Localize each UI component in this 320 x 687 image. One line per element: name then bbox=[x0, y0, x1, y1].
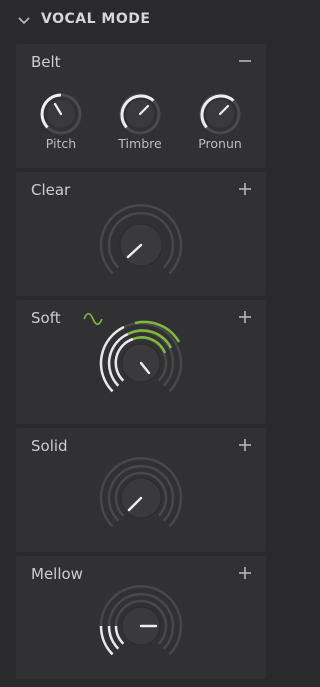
knob-label-pitch: Pitch bbox=[45, 136, 77, 151]
timbre-knob[interactable] bbox=[117, 91, 163, 137]
solid-knob[interactable] bbox=[16, 428, 266, 552]
mellow-knob[interactable] bbox=[16, 556, 266, 679]
panel-title: VOCAL MODE bbox=[41, 11, 151, 27]
mode-card-belt[interactable]: Belt Pitch Timbre Pronun bbox=[16, 44, 266, 168]
knob-label-timbre: Timbre bbox=[118, 136, 162, 151]
mode-card-mellow[interactable]: Mellow bbox=[16, 556, 266, 679]
soft-knob[interactable] bbox=[16, 300, 266, 424]
pronun-knob[interactable] bbox=[197, 91, 243, 137]
minus-icon[interactable] bbox=[236, 52, 254, 70]
mode-card-clear[interactable]: Clear bbox=[16, 172, 266, 296]
mode-card-soft[interactable]: Soft bbox=[16, 300, 266, 424]
chevron-down-icon[interactable] bbox=[17, 13, 31, 27]
mode-card-solid[interactable]: Solid bbox=[16, 428, 266, 552]
pitch-knob[interactable] bbox=[38, 91, 84, 137]
knob-label-pronun: Pronun bbox=[198, 136, 242, 151]
mode-label-belt: Belt bbox=[31, 53, 61, 71]
panel-header[interactable]: VOCAL MODE bbox=[0, 0, 282, 42]
clear-knob[interactable] bbox=[16, 172, 266, 296]
